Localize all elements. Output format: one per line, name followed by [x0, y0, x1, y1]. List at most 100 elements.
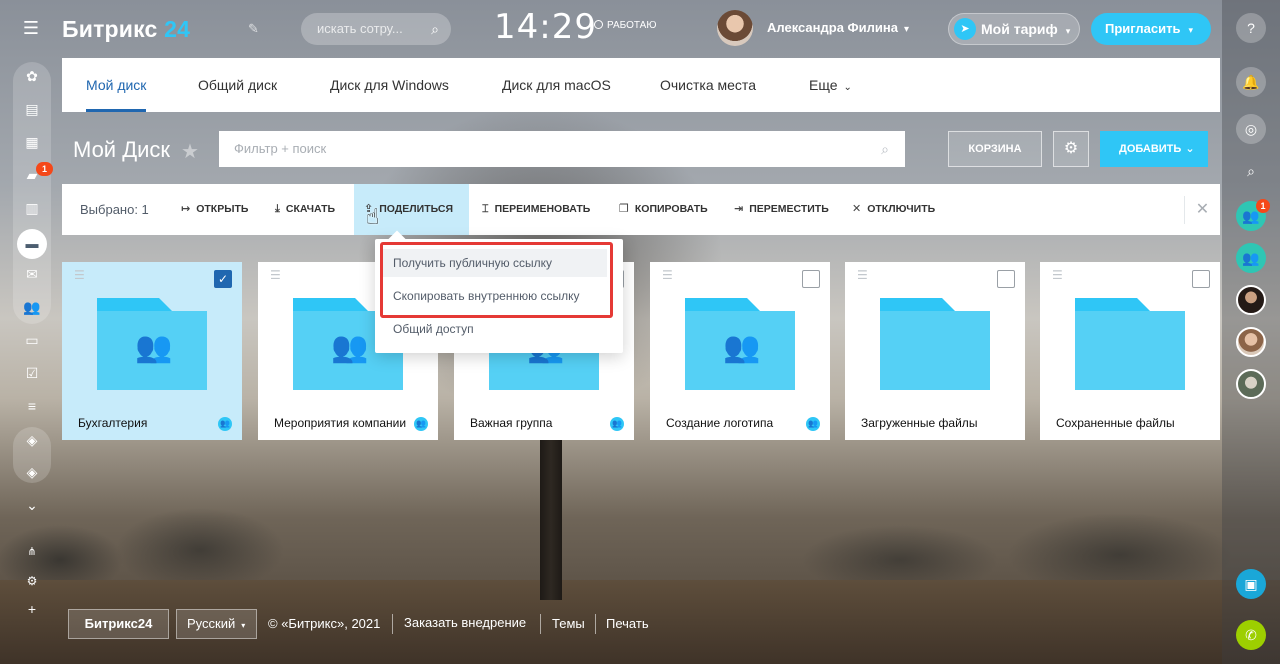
- window-icon[interactable]: ▭: [22, 330, 42, 350]
- menu-item-shared-access[interactable]: Общий доступ: [393, 322, 474, 336]
- filter-icon[interactable]: ≡: [22, 396, 42, 416]
- copy-button[interactable]: ❐ КОПИРОВАТЬ: [609, 184, 718, 235]
- filter-search-input[interactable]: Фильтр + поиск ⌕: [219, 131, 905, 167]
- action-bar: Выбрано: 1 ↦ ОТКРЫТЬ ⤓ СКАЧАТЬ ⇪ ПОДЕЛИТЬСЯ…: [62, 184, 1220, 235]
- document-icon[interactable]: ▥: [22, 198, 42, 218]
- employees-icon[interactable]: 👥: [22, 297, 42, 317]
- folder-icon: [880, 298, 990, 390]
- close-icon[interactable]: ✕: [1184, 196, 1220, 224]
- folder-checkbox[interactable]: [802, 270, 820, 288]
- folder-name[interactable]: Создание логотипа: [666, 416, 773, 430]
- settings-button[interactable]: ⚙: [1053, 131, 1089, 167]
- drive-icon[interactable]: ▬: [17, 229, 47, 259]
- download-button[interactable]: ⤓ СКАЧАТЬ: [265, 184, 345, 235]
- call-list-icon[interactable]: ▣: [1236, 569, 1266, 599]
- shared-icon: 👥: [806, 417, 820, 431]
- drag-handle-icon[interactable]: ☰: [74, 268, 85, 282]
- rocket-icon: ➤: [954, 18, 976, 40]
- structure-icon[interactable]: ⋔: [22, 542, 42, 562]
- tab-label: Мой диск: [86, 77, 147, 93]
- footer-themes-link[interactable]: Темы: [552, 616, 585, 631]
- rename-label: ПЕРЕИМЕНОВАТЬ: [494, 203, 591, 215]
- language-select[interactable]: Русский ▾: [176, 609, 257, 639]
- menu-item-public-link[interactable]: Получить публичную ссылку: [381, 249, 607, 277]
- avatar[interactable]: [717, 10, 753, 46]
- folder-name[interactable]: Сохраненные файлы: [1056, 416, 1175, 430]
- share-button[interactable]: ⇪ ПОДЕЛИТЬСЯ: [354, 184, 469, 235]
- group-chat-icon-2[interactable]: 👥: [1236, 243, 1266, 273]
- footer-divider: [392, 614, 393, 634]
- move-button[interactable]: ⇥ ПЕРЕМЕСТИТЬ: [724, 184, 839, 235]
- folder-card-logo[interactable]: ☰ 👥 Создание логотипа 👥: [650, 262, 830, 440]
- menu-item-internal-link[interactable]: Скопировать внутреннюю ссылку: [393, 289, 579, 303]
- employee-search-placeholder: искать сотру...: [317, 21, 403, 36]
- footer-order-link[interactable]: Заказать внедрение: [404, 615, 526, 630]
- tab-drive-windows[interactable]: Диск для Windows: [330, 58, 449, 112]
- phone-icon[interactable]: ✆: [1236, 620, 1266, 650]
- folder-checkbox[interactable]: ✓: [214, 270, 232, 288]
- feed-icon[interactable]: ✿: [22, 66, 42, 86]
- share-dropdown-menu: Получить публичную ссылку Скопировать вн…: [375, 239, 623, 353]
- gear-icon[interactable]: ⚙: [22, 571, 42, 591]
- add-button[interactable]: ДОБАВИТЬ ⌄: [1100, 131, 1208, 167]
- more-down-icon[interactable]: ⌄: [22, 495, 42, 515]
- tab-clean-space[interactable]: Очистка места: [660, 58, 756, 112]
- contact-avatar-3[interactable]: [1236, 369, 1266, 399]
- footer-logo[interactable]: Битрикс24: [68, 609, 169, 639]
- mail-icon[interactable]: ✉: [22, 264, 42, 284]
- brand-logo-text: Битрикс: [62, 16, 158, 42]
- user-menu[interactable]: Александра Филина ▾: [767, 20, 909, 35]
- disconnect-button[interactable]: ✕ ОТКЛЮЧИТЬ: [842, 184, 945, 235]
- search-icon: ⌕: [881, 141, 889, 157]
- tasks-icon[interactable]: ▤: [22, 99, 42, 119]
- folder-name[interactable]: Важная группа: [470, 416, 552, 430]
- folder-name[interactable]: Загруженные файлы: [861, 416, 977, 430]
- drag-handle-icon[interactable]: ☰: [1052, 268, 1063, 282]
- checklist-icon[interactable]: ☑: [22, 363, 42, 383]
- folder-card-saved[interactable]: ☰ Сохраненные файлы: [1040, 262, 1220, 440]
- folder-card-uploaded[interactable]: ☰ Загруженные файлы: [845, 262, 1025, 440]
- open-button[interactable]: ↦ ОТКРЫТЬ: [171, 184, 258, 235]
- tab-my-drive[interactable]: Мой диск: [86, 58, 147, 112]
- folder-checkbox[interactable]: [1192, 270, 1210, 288]
- trash-button[interactable]: КОРЗИНА: [948, 131, 1042, 167]
- plus-icon[interactable]: +: [22, 599, 42, 619]
- box-icon-2[interactable]: ◈: [22, 462, 42, 482]
- tab-drive-macos[interactable]: Диск для macOS: [502, 58, 611, 112]
- brand-logo[interactable]: Битрикс 24: [62, 16, 190, 43]
- drag-handle-icon[interactable]: ☰: [662, 268, 673, 282]
- contact-avatar-2[interactable]: [1236, 327, 1266, 357]
- contact-avatar-1[interactable]: [1236, 285, 1266, 315]
- folder-checkbox[interactable]: [997, 270, 1015, 288]
- tariff-button[interactable]: ➤ Мой тариф ▾: [948, 13, 1080, 45]
- drag-handle-icon[interactable]: ☰: [270, 268, 281, 282]
- chevron-down-icon: ▾: [903, 24, 909, 35]
- folder-card-accounting[interactable]: ☰ ✓ 👥 Бухгалтерия 👥: [62, 262, 242, 440]
- employee-search-input[interactable]: искать сотру... ⌕: [301, 13, 451, 45]
- clock[interactable]: 14:29: [494, 7, 597, 47]
- bell-icon[interactable]: 🔔: [1236, 67, 1266, 97]
- messages-icon[interactable]: ◎: [1236, 114, 1266, 144]
- rename-button[interactable]: ⌶ ПЕРЕИМЕНОВАТЬ: [472, 184, 600, 235]
- download-label: СКАЧАТЬ: [285, 203, 336, 215]
- invite-button[interactable]: Пригласить ▾: [1091, 13, 1211, 45]
- help-icon[interactable]: ?: [1236, 13, 1266, 43]
- folder-name[interactable]: Мероприятия компании: [274, 416, 406, 430]
- footer-print-link[interactable]: Печать: [606, 616, 649, 631]
- page-title: Мой Диск: [73, 137, 171, 162]
- folder-name[interactable]: Бухгалтерия: [78, 416, 147, 430]
- search-icon[interactable]: ⌕: [1236, 156, 1266, 186]
- open-icon: ↦: [181, 203, 191, 215]
- tab-more[interactable]: Еще ⌄: [809, 58, 852, 112]
- box-icon[interactable]: ◈: [22, 430, 42, 450]
- calendar-icon[interactable]: ▦: [22, 132, 42, 152]
- tab-shared-drive[interactable]: Общий диск: [198, 58, 277, 112]
- star-icon[interactable]: ★: [181, 139, 199, 164]
- invite-label: Пригласить: [1105, 21, 1181, 36]
- work-status[interactable]: РАБОТАЮ: [594, 20, 656, 31]
- hamburger-menu-icon[interactable]: ☰: [22, 19, 40, 37]
- pencil-icon[interactable]: ✎: [248, 21, 259, 37]
- drag-handle-icon[interactable]: ☰: [857, 268, 868, 282]
- people-icon: 👥: [723, 331, 760, 364]
- move-icon: ⇥: [734, 203, 744, 215]
